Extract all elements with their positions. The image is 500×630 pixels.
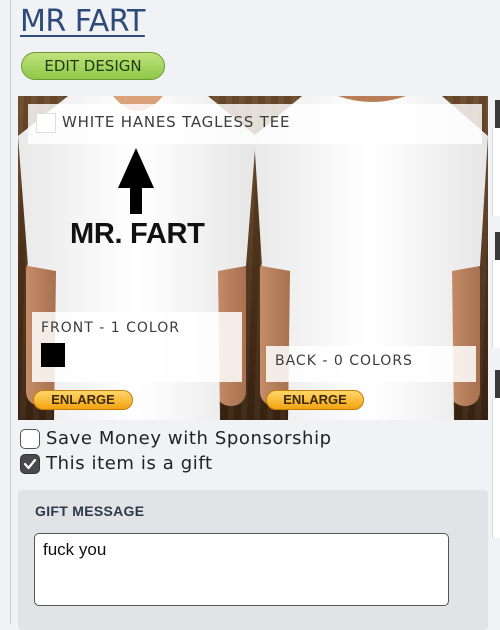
shirt-color-swatch — [36, 113, 56, 133]
gift-label: This item is a gift — [46, 453, 213, 474]
checkmark-icon — [23, 458, 37, 469]
gift-checkbox[interactable] — [20, 453, 40, 474]
sponsorship-option[interactable]: Save Money with Sponsorship — [20, 428, 332, 449]
enlarge-back-button[interactable]: ENLARGE — [266, 390, 364, 410]
page-border — [10, 0, 11, 624]
sponsorship-label: Save Money with Sponsorship — [46, 428, 332, 449]
sponsorship-checkbox[interactable] — [20, 428, 40, 449]
front-colors-label: FRONT - 1 COLOR — [41, 320, 180, 336]
adjacent-panel-edge — [486, 0, 500, 624]
edit-design-button[interactable]: EDIT DESIGN — [21, 52, 165, 80]
gift-option[interactable]: This item is a gift — [20, 453, 213, 474]
gift-message-input[interactable]: fuck you — [34, 533, 449, 606]
product-style-name: WHITE HANES TAGLESS TEE — [62, 113, 291, 131]
enlarge-front-button[interactable]: ENLARGE — [33, 390, 133, 410]
back-colors-label: BACK - 0 COLORS — [275, 353, 413, 369]
gift-message-heading: GIFT MESSAGE — [35, 503, 145, 519]
print-text: MR. FART — [70, 218, 205, 250]
front-color-swatch[interactable] — [41, 343, 65, 367]
design-title-link[interactable]: MR FART — [20, 4, 145, 39]
